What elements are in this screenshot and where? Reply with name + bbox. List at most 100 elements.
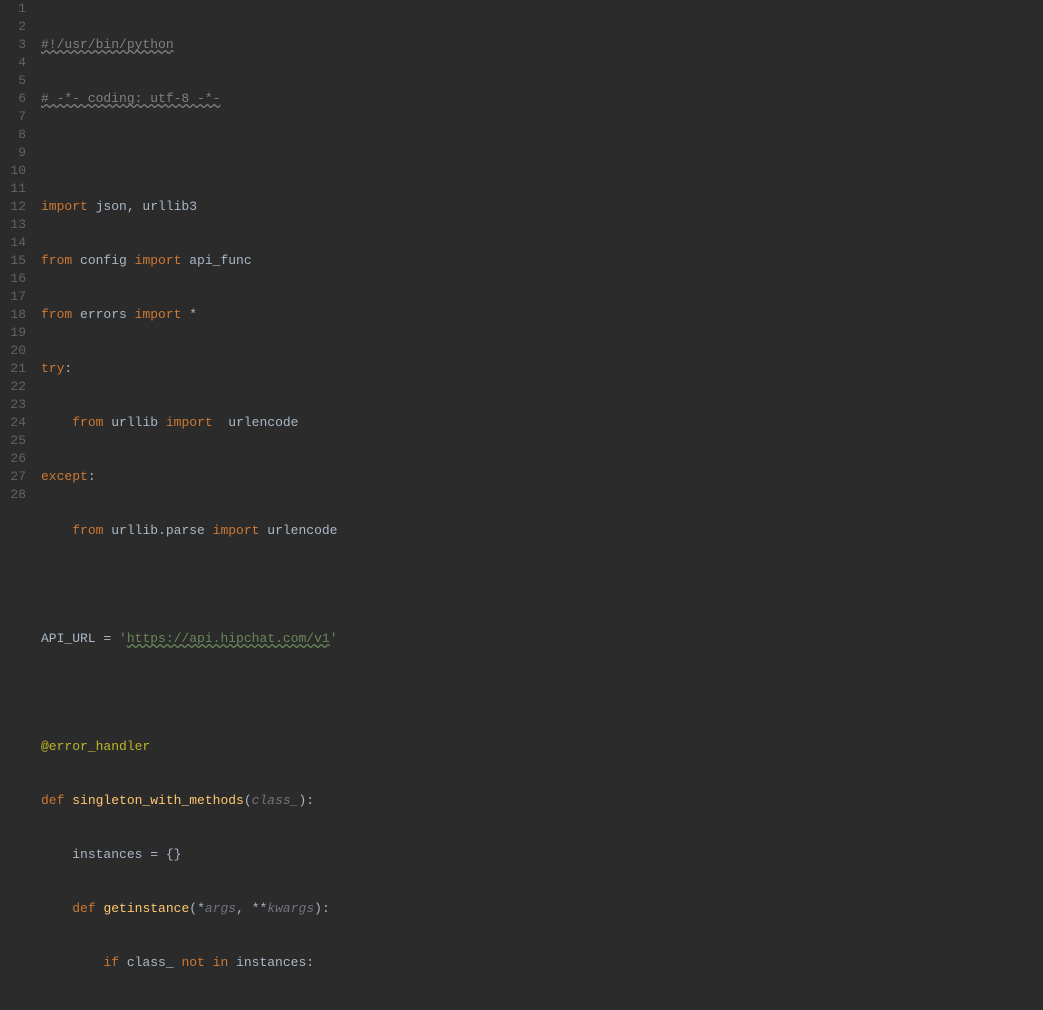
param: class_: [252, 792, 299, 810]
fn-name: getinstance: [103, 900, 189, 918]
imported-name: urlencode: [213, 414, 299, 432]
line-number: 17: [8, 288, 26, 306]
indent: [41, 954, 103, 972]
quote: ': [119, 630, 127, 648]
eq: =: [150, 846, 166, 864]
kw-try: try: [41, 360, 64, 378]
imported-name: api_func: [181, 252, 251, 270]
kw-import: import: [213, 522, 260, 540]
code-line[interactable]: def singleton_with_methods(class_):: [41, 792, 501, 810]
var-name: instances: [72, 846, 150, 864]
kw-import: import: [166, 414, 213, 432]
line-number: 19: [8, 324, 26, 342]
line-number: 11: [8, 180, 26, 198]
code-line[interactable]: [41, 144, 501, 162]
code-area[interactable]: #!/usr/bin/python # -*- coding: utf-8 -*…: [36, 0, 501, 505]
kw-not-in: not in: [181, 954, 236, 972]
line-number-gutter: 1 2 3 4 5 6 7 8 9 10 11 12 13 14 15 16 1…: [0, 0, 36, 505]
kw-import: import: [41, 198, 88, 216]
code-line[interactable]: if class_ not in instances:: [41, 954, 501, 972]
kw-except: except: [41, 468, 88, 486]
arg: kwargs): [416, 1008, 471, 1010]
line-number: 22: [8, 378, 26, 396]
quote: ': [330, 630, 338, 648]
module: urllib: [103, 414, 165, 432]
line-number: 20: [8, 342, 26, 360]
line-number: 15: [8, 252, 26, 270]
indent: [41, 846, 72, 864]
paren: ):: [298, 792, 314, 810]
module-names: json, urllib3: [88, 198, 197, 216]
line-number: 4: [8, 54, 26, 72]
code-line[interactable]: import json, urllib3: [41, 198, 501, 216]
code-line[interactable]: instances = {}: [41, 846, 501, 864]
line-number: 21: [8, 360, 26, 378]
colon: :: [88, 468, 96, 486]
colon: :: [64, 360, 72, 378]
code-line[interactable]: API_URL = 'https://api.hipchat.com/v1': [41, 630, 501, 648]
imported-name: urlencode: [259, 522, 337, 540]
line-number: 9: [8, 144, 26, 162]
code-line[interactable]: try:: [41, 360, 501, 378]
indent: [41, 1008, 135, 1010]
decorator: @error_handler: [41, 738, 150, 756]
line-number: 1: [8, 0, 26, 18]
kw-def: def: [72, 900, 103, 918]
code-line[interactable]: from urllib.parse import urlencode: [41, 522, 501, 540]
comma: ,: [236, 900, 252, 918]
module: urllib.parse: [103, 522, 212, 540]
dict-literal: {}: [166, 846, 182, 864]
line-number: 25: [8, 432, 26, 450]
code-line[interactable]: from errors import *: [41, 306, 501, 324]
dstar: **: [252, 900, 268, 918]
code-line[interactable]: except:: [41, 468, 501, 486]
line-number: 14: [8, 234, 26, 252]
indent: [41, 414, 72, 432]
indent: [41, 900, 72, 918]
shebang-comment: #!/usr/bin/python: [41, 36, 174, 54]
code-line[interactable]: def getinstance(*args, **kwargs):: [41, 900, 501, 918]
kw-from: from: [41, 306, 72, 324]
code-line[interactable]: from config import api_func: [41, 252, 501, 270]
star: *: [197, 900, 205, 918]
line-number: 16: [8, 270, 26, 288]
code-editor[interactable]: 1 2 3 4 5 6 7 8 9 10 11 12 13 14 15 16 1…: [0, 0, 1043, 505]
paren: (: [189, 900, 197, 918]
kw-def: def: [41, 792, 72, 810]
var-name: API_URL: [41, 630, 103, 648]
eq: =: [103, 630, 119, 648]
code-line[interactable]: # -*- coding: utf-8 -*-: [41, 90, 501, 108]
line-number: 23: [8, 396, 26, 414]
lhs: instances[class_]: [135, 1008, 275, 1010]
code-line[interactable]: from urllib import urlencode: [41, 414, 501, 432]
line-number: 13: [8, 216, 26, 234]
kw-if: if: [103, 954, 126, 972]
arg: args,: [353, 1008, 400, 1010]
code-line[interactable]: [41, 684, 501, 702]
kw-import: import: [135, 252, 182, 270]
ident: instances:: [236, 954, 314, 972]
line-number: 24: [8, 414, 26, 432]
code-line[interactable]: [41, 576, 501, 594]
code-line[interactable]: #!/usr/bin/python: [41, 36, 501, 54]
star-import: *: [181, 306, 197, 324]
line-number: 27: [8, 468, 26, 486]
code-line[interactable]: @error_handler: [41, 738, 501, 756]
dstar: **: [400, 1008, 416, 1010]
call: class_(: [291, 1008, 346, 1010]
string-url: https://api.hipchat.com/v1: [127, 630, 330, 648]
line-number: 10: [8, 162, 26, 180]
kw-from: from: [41, 252, 72, 270]
module: config: [72, 252, 134, 270]
paren: (: [244, 792, 252, 810]
line-number: 28: [8, 486, 26, 504]
module: errors: [72, 306, 134, 324]
coding-comment: # -*- coding: utf-8 -*-: [41, 90, 220, 108]
kw-from: from: [72, 522, 103, 540]
line-number: 6: [8, 90, 26, 108]
line-number: 26: [8, 450, 26, 468]
code-line[interactable]: instances[class_] = class_(*args, **kwar…: [41, 1008, 501, 1010]
line-number: 5: [8, 72, 26, 90]
line-number: 12: [8, 198, 26, 216]
param: args: [205, 900, 236, 918]
